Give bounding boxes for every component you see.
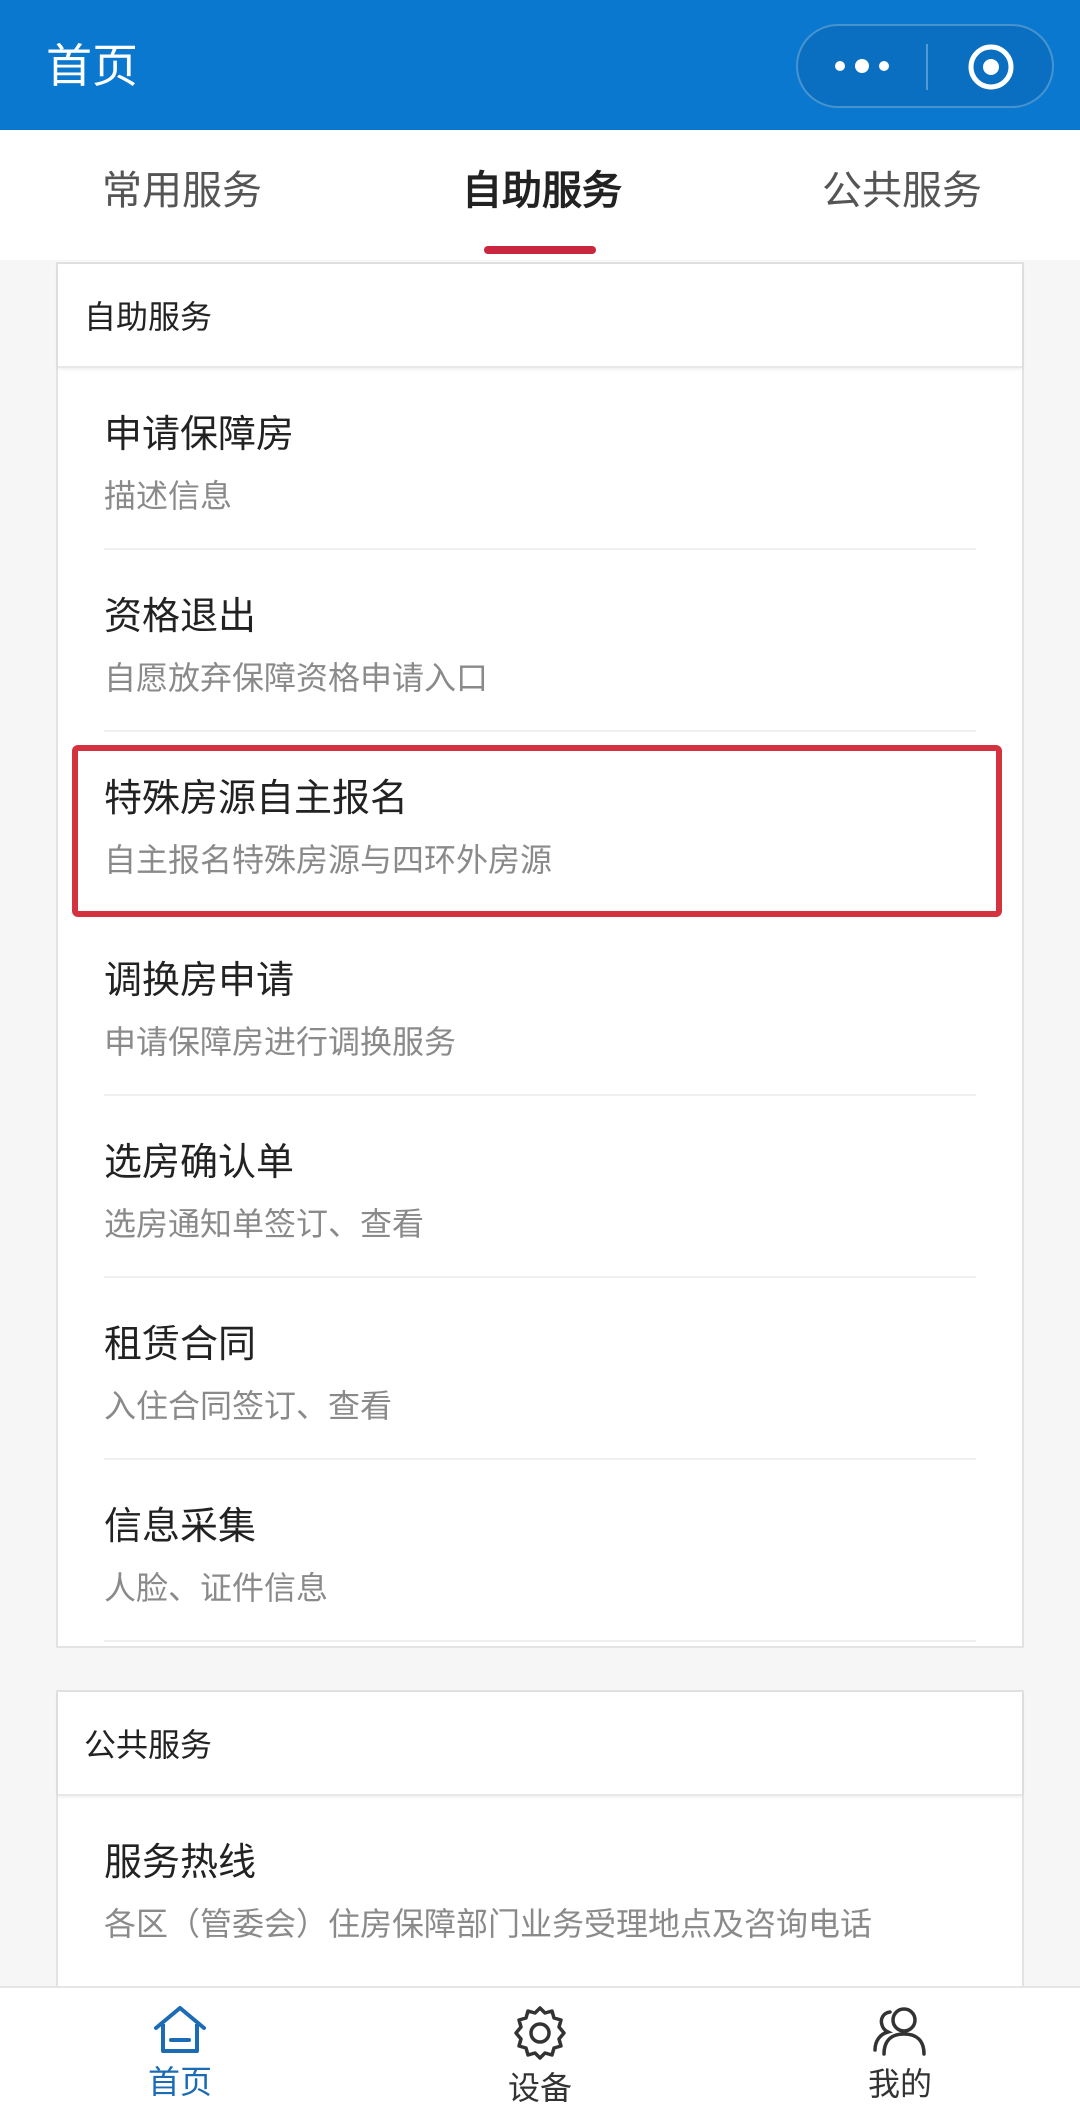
highlight-box — [72, 745, 1002, 917]
list-item-lease-contract[interactable]: 租赁合同 入住合同签订、查看 — [104, 1278, 976, 1460]
item-title: 租赁合同 — [104, 1322, 257, 1366]
item-title: 选房确认单 — [104, 1140, 295, 1184]
item-description: 各区（管委会）住房保障部门业务受理地点及咨询电话 — [104, 1905, 873, 1943]
item-description: 申请保障房进行调换服务 — [104, 1023, 457, 1061]
tab-bar: 常用服务 自助服务 公共服务 — [0, 130, 1080, 260]
item-description: 自愿放弃保障资格申请入口 — [104, 659, 489, 697]
users-icon — [873, 2007, 926, 2056]
mini-program-capsule — [796, 24, 1054, 108]
list-item-apply-housing[interactable]: 申请保障房 描述信息 — [104, 368, 976, 550]
item-title: 资格退出 — [104, 594, 257, 638]
nav-label: 首页 — [147, 2063, 212, 2101]
item-title: 服务热线 — [104, 1840, 257, 1884]
list-item-exchange-housing[interactable]: 调换房申请 申请保障房进行调换服务 — [104, 914, 976, 1096]
bottom-nav: 首页 设备 我的 — [0, 1986, 1080, 2128]
item-description: 选房通知单签订、查看 — [104, 1205, 425, 1243]
item-description: 入住合同签订、查看 — [104, 1387, 393, 1425]
section-title: 自助服务 — [58, 264, 1022, 368]
capsule-divider — [926, 44, 928, 90]
more-dot-icon — [835, 61, 845, 71]
public-service-card: 公共服务 服务热线 各区（管委会）住房保障部门业务受理地点及咨询电话 — [56, 1690, 1024, 2010]
list-item-selection-confirmation[interactable]: 选房确认单 选房通知单签订、查看 — [104, 1096, 976, 1278]
more-button[interactable] — [798, 26, 926, 106]
list-item-service-hotline[interactable]: 服务热线 各区（管委会）住房保障部门业务受理地点及咨询电话 — [104, 1796, 976, 1978]
item-title: 信息采集 — [104, 1504, 257, 1548]
nav-label: 设备 — [507, 2069, 572, 2107]
self-service-card: 自助服务 申请保障房 描述信息 资格退出 自愿放弃保障资格申请入口 特殊房源自主… — [56, 262, 1024, 1648]
more-dot-icon — [855, 59, 869, 73]
section-title: 公共服务 — [58, 1692, 1022, 1796]
item-description: 人脸、证件信息 — [104, 1569, 329, 1607]
home-icon — [154, 2006, 206, 2053]
item-title: 申请保障房 — [104, 412, 295, 456]
nav-devices[interactable]: 设备 — [440, 2004, 640, 2124]
tab-public-services[interactable]: 公共服务 — [822, 166, 982, 216]
active-tab-indicator — [484, 246, 596, 254]
item-title: 调换房申请 — [104, 958, 295, 1002]
page-title: 首页 — [46, 39, 138, 93]
tab-common-services[interactable]: 常用服务 — [102, 166, 262, 216]
title-bar: 首页 — [0, 0, 1080, 130]
nav-label: 我的 — [867, 2065, 932, 2103]
more-dot-icon — [879, 61, 889, 71]
list-item-qualification-exit[interactable]: 资格退出 自愿放弃保障资格申请入口 — [104, 550, 976, 732]
nav-home[interactable]: 首页 — [80, 2004, 280, 2124]
close-button[interactable] — [966, 42, 1016, 92]
tab-self-services[interactable]: 自助服务 — [462, 166, 622, 216]
nav-mine[interactable]: 我的 — [800, 2004, 1000, 2124]
target-close-icon — [968, 44, 1014, 90]
list-item-info-collection[interactable]: 信息采集 人脸、证件信息 — [104, 1460, 976, 1642]
gear-icon — [514, 2006, 566, 2060]
item-description: 描述信息 — [104, 477, 233, 515]
